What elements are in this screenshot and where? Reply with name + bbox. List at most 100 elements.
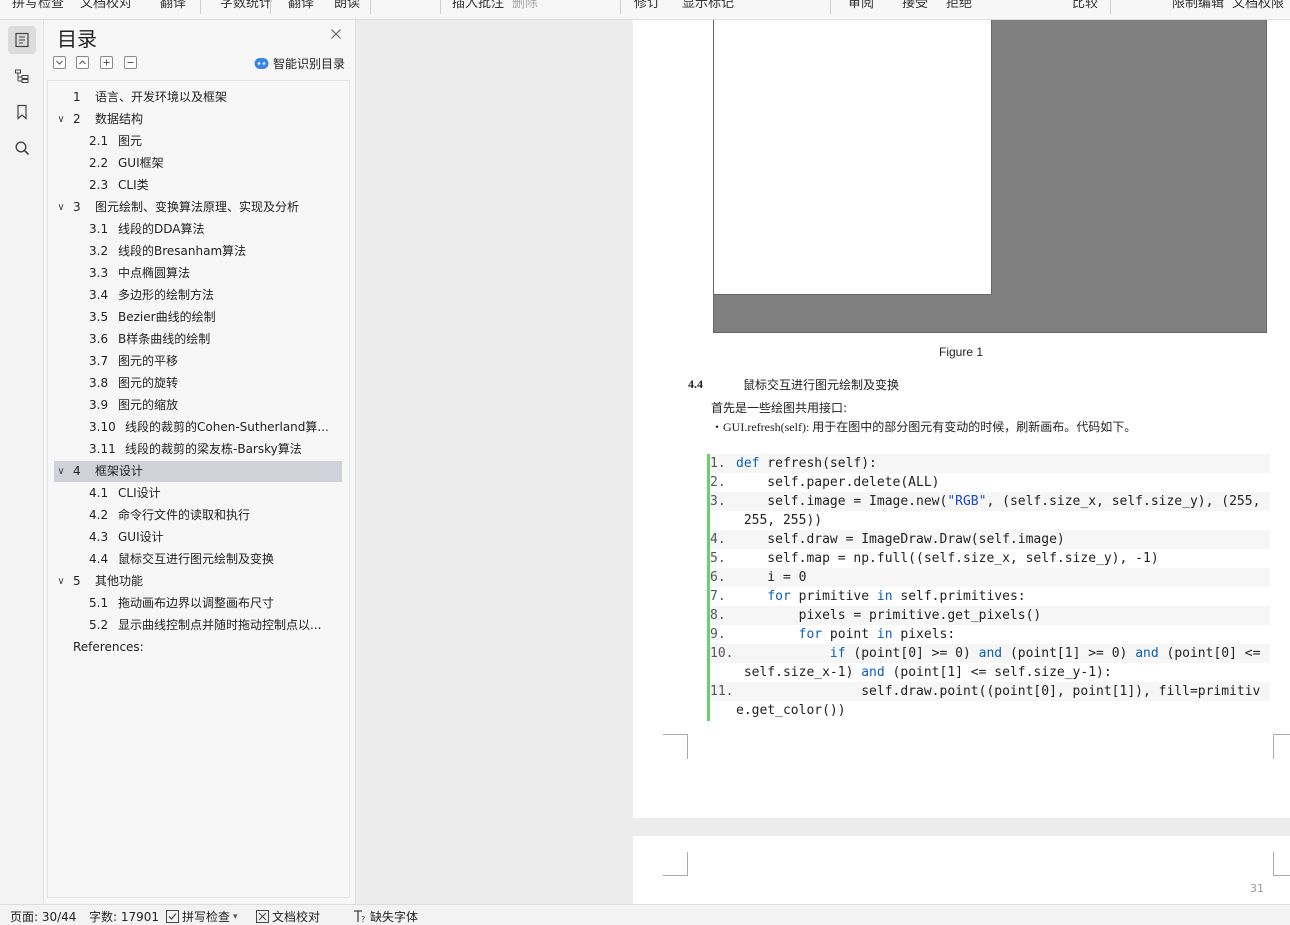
toc-item-label: 图元的平移: [118, 354, 179, 368]
toolbar-item[interactable]: 插入批注: [452, 0, 504, 11]
bookmark-icon[interactable]: [8, 98, 36, 126]
toc-title: 目录: [57, 27, 97, 51]
toc-item[interactable]: 3.2 线段的Bresanham算法: [54, 241, 342, 262]
toc-item-number: 3.5: [89, 310, 109, 324]
expand-down-icon[interactable]: [53, 56, 66, 69]
close-icon[interactable]: [328, 26, 344, 42]
toc-item[interactable]: 3.5 Bezier曲线的绘制: [54, 307, 342, 328]
spell-check-label: 拼写检查: [182, 910, 231, 924]
toc-item-label: 图元绘制、变换算法原理、实现及分析: [95, 200, 300, 214]
proofread-label: 文档校对: [272, 910, 321, 924]
chevron-down-icon[interactable]: ∨: [55, 571, 67, 592]
toc-item[interactable]: 1 语言、开发环境以及框架: [54, 87, 342, 108]
chevron-down-icon[interactable]: ∨: [55, 461, 67, 482]
toc-item[interactable]: 4.2 命令行文件的读取和执行: [54, 505, 342, 526]
toolbar-item[interactable]: 字数统计: [220, 0, 272, 11]
code-line-text: self.draw = ImageDraw.Draw(self.image): [736, 532, 1065, 547]
toc-item-number: 4.3: [89, 530, 109, 544]
code-line: 8. pixels = primitive.get_pixels(): [710, 606, 1270, 625]
toolbar-item[interactable]: 显示标记: [682, 0, 734, 11]
spell-check-button[interactable]: 拼写检查 ▾: [166, 908, 238, 925]
toc-item[interactable]: 5.1 拖动画布边界以调整画布尺寸: [54, 593, 342, 614]
code-line-number: 7.: [710, 589, 726, 604]
toc-item[interactable]: ∨ 5 其他功能: [54, 571, 342, 592]
toolbar-item[interactable]: 修订: [634, 0, 660, 11]
toolbar-item[interactable]: 翻译: [160, 0, 186, 11]
word-count[interactable]: 字数: 17901: [89, 908, 159, 925]
toolbar-item[interactable]: 审阅: [848, 0, 874, 11]
toc-item-label: 命令行文件的读取和执行: [118, 508, 251, 522]
toc-item[interactable]: 3.6 B样条曲线的绘制: [54, 329, 342, 350]
word-count-label: 字数: 17901: [89, 910, 160, 924]
toc-item-label: 图元的缩放: [118, 398, 179, 412]
toolbar-item[interactable]: 拼写检查: [12, 0, 64, 11]
toc-item[interactable]: 4.3 GUI设计: [54, 527, 342, 548]
toolbar-item[interactable]: 朗读: [334, 0, 360, 11]
toc-item-number: 2.3: [89, 178, 109, 192]
chevron-down-icon[interactable]: ∨: [55, 109, 67, 130]
toolbar-item[interactable]: 拒绝: [946, 0, 972, 11]
toc-item[interactable]: 3.4 多边形的绘制方法: [54, 285, 342, 306]
toc-list: 1 语言、开发环境以及框架 ∨ 2 数据结构 2.1 图元 2.2 GUI框架 2.3 CLI类 ∨ 3…: [47, 80, 350, 898]
chevron-down-icon[interactable]: ∨: [55, 197, 67, 218]
toolbar-item[interactable]: 文档校对: [80, 0, 132, 11]
proofread-icon: [256, 910, 269, 923]
toc-item[interactable]: 3.9 图元的缩放: [54, 395, 342, 416]
missing-font-button[interactable]: ? 缺失字体: [353, 908, 418, 925]
toc-item-label: References:: [73, 640, 144, 654]
toc-item[interactable]: 3.3 中点椭圆算法: [54, 263, 342, 284]
toc-item-number: 4.1: [89, 486, 109, 500]
status-bar: 页面: 30/44 字数: 17901 拼写检查 ▾ 文档校对 ? 缺失字体: [0, 904, 1290, 925]
toc-item[interactable]: 3.10 线段的裁剪的Cohen-Sutherland算...: [54, 417, 342, 438]
smart-toc-button[interactable]: 智能识别目录: [254, 55, 345, 71]
code-line-text: 255, 255)): [736, 513, 823, 528]
toc-item-number: 3.2: [89, 244, 109, 258]
page-indicator[interactable]: 页面: 30/44: [10, 908, 76, 925]
toolbar-separator: [830, 0, 831, 14]
ribbon-toolbar: 拼写检查 文档校对 翻译 字数统计 翻译 朗读 插入批注 删除 修订 显示标记 审阅 接受 拒绝 比较 限制…: [0, 0, 1290, 20]
toc-item[interactable]: 5.2 显示曲线控制点并随时拖动控制点以...: [54, 615, 342, 636]
toc-item-label: 其他功能: [95, 574, 144, 588]
toolbar-item[interactable]: 比较: [1072, 0, 1098, 11]
toc-item[interactable]: ∨ 4 框架设计: [54, 461, 342, 482]
toc-item[interactable]: ∨ 2 数据结构: [54, 109, 342, 130]
add-level-icon[interactable]: [100, 56, 113, 69]
toc-panel: 目录 智能识别目录 1 语言、开发环境以及框架 ∨ 2 数据结构 2.1 图元 2.2 GUI框…: [44, 20, 356, 904]
toc-item[interactable]: 3.7 图元的平移: [54, 351, 342, 372]
toc-item[interactable]: 2.2 GUI框架: [54, 153, 342, 174]
toolbar-item[interactable]: 翻译: [288, 0, 314, 11]
code-line: 5. self.map = np.full((self.size_x, self…: [710, 549, 1270, 568]
toc-item[interactable]: ∨ 3 图元绘制、变换算法原理、实现及分析: [54, 197, 342, 218]
code-line-text: self.map = np.full((self.size_x, self.si…: [736, 551, 1159, 566]
code-line-number: 8.: [710, 608, 726, 623]
toc-item-number: 5.2: [89, 618, 109, 632]
page-indicator-label: 页面: 30/44: [10, 910, 77, 924]
toc-item[interactable]: 2.1 图元: [54, 131, 342, 152]
toc-item[interactable]: 2.3 CLI类: [54, 175, 342, 196]
code-line: 10. if (point[0] >= 0) and (point[1] >= …: [710, 644, 1270, 663]
toc-item[interactable]: 4.4 鼠标交互进行图元绘制及变换: [54, 549, 342, 570]
toc-item[interactable]: 3.1 线段的DDA算法: [54, 219, 342, 240]
toolbar-separator: [440, 0, 441, 14]
toc-item[interactable]: 4.1 CLI设计: [54, 483, 342, 504]
toolbar-item[interactable]: 接受: [902, 0, 928, 11]
outline-icon[interactable]: [8, 62, 36, 90]
toc-item[interactable]: 3.8 图元的旋转: [54, 373, 342, 394]
collapse-up-icon[interactable]: [76, 56, 89, 69]
search-icon[interactable]: [8, 134, 36, 162]
toc-item-number: 3.11: [89, 442, 116, 456]
toc-item[interactable]: 3.11 线段的裁剪的梁友栋-Barsky算法: [54, 439, 342, 460]
toolbar-item[interactable]: 限制编辑: [1172, 0, 1224, 11]
paragraph-refresh: ・GUI.refresh(self): 用于在图中的部分图元有变动的时候，刷新画…: [711, 420, 1137, 434]
toc-item-number: 3.6: [89, 332, 109, 346]
toc-icon[interactable]: [8, 26, 36, 54]
proofread-button[interactable]: 文档校对: [256, 908, 320, 925]
toc-item[interactable]: References:: [54, 637, 342, 658]
code-line-number: 11.: [710, 684, 734, 699]
toolbar-item[interactable]: 文档权限: [1232, 0, 1284, 11]
toolbar-item[interactable]: 删除: [512, 0, 538, 11]
remove-level-icon[interactable]: [124, 56, 137, 69]
document-canvas: Figure 1 4.4 鼠标交互进行图元绘制及变换 首先是一些绘图共用接口: …: [357, 20, 1290, 904]
page-number: 31: [1250, 882, 1264, 895]
toc-item-label: 鼠标交互进行图元绘制及变换: [118, 552, 275, 566]
